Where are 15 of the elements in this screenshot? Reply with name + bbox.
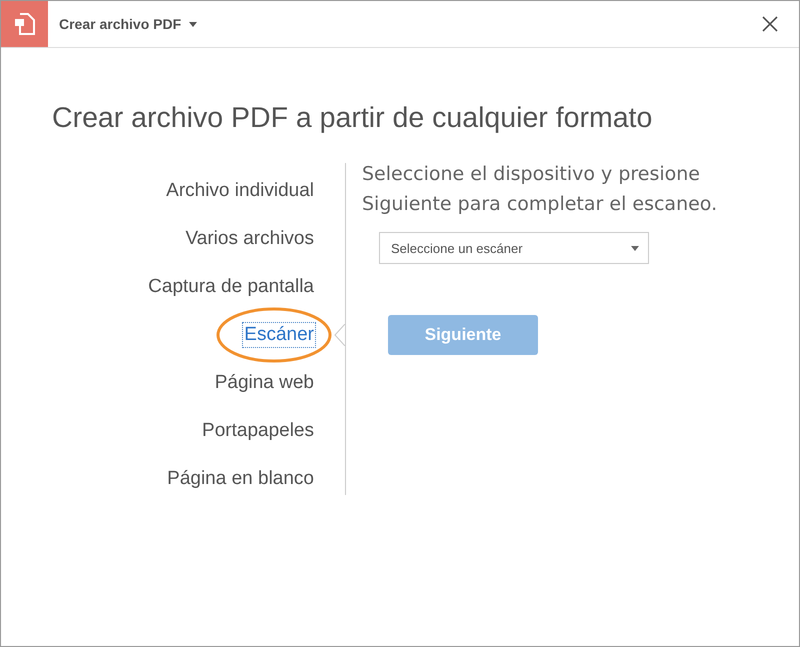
- source-option[interactable]: Portapapeles: [200, 418, 316, 444]
- document-icon: [14, 12, 36, 36]
- source-option[interactable]: Captura de pantalla: [146, 274, 316, 300]
- caret-icon: [189, 22, 198, 26]
- source-option[interactable]: Página web: [212, 370, 316, 396]
- source-option[interactable]: Archivo individual: [164, 178, 316, 204]
- caret-icon: [631, 246, 639, 250]
- close-icon[interactable]: [761, 15, 779, 33]
- tool-menu[interactable]: Crear archivo PDF: [59, 16, 198, 32]
- page-heading: Crear archivo PDF a partir de cualquier formato: [52, 102, 654, 136]
- scanner-dropdown[interactable]: Seleccione un escáner: [379, 232, 649, 264]
- instructions-text: Seleccione el dispositivo y presione Siguiente para completar el escaneo.: [362, 162, 718, 217]
- source-option[interactable]: Página en blanco: [165, 466, 316, 492]
- source-option[interactable]: Varios archivos: [184, 226, 316, 252]
- source-option[interactable]: Escáner: [242, 322, 316, 348]
